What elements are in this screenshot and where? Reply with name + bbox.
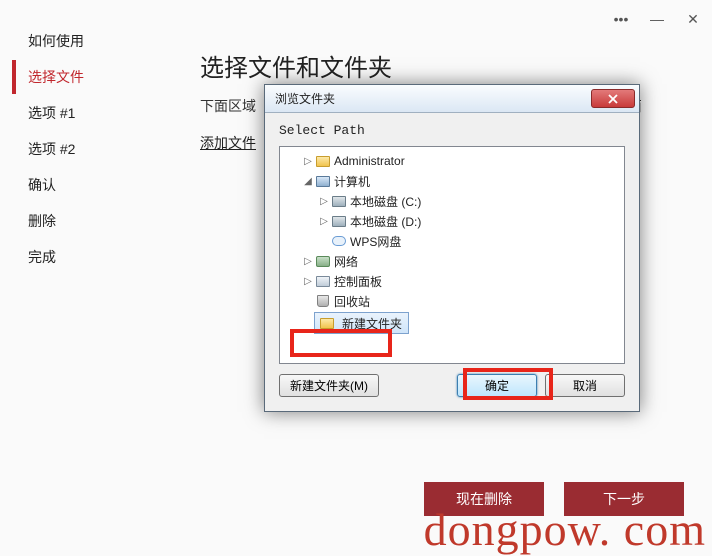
tree-item[interactable]: ▷ Administrator xyxy=(286,151,622,171)
dialog-body: Select Path ▷Administrator◢计算机▷本地磁盘 (C:)… xyxy=(265,113,639,411)
tree-item-label: 网络 xyxy=(332,253,358,270)
page-title: 选择文件和文件夹 xyxy=(200,48,688,83)
next-button[interactable]: 下一步 xyxy=(564,482,684,516)
expand-arrow-icon[interactable]: ▷ xyxy=(318,216,330,227)
dialog-titlebar: 浏览文件夹 xyxy=(265,85,639,113)
tree-item[interactable]: 回收站 xyxy=(286,291,622,311)
net-icon xyxy=(314,256,332,267)
expand-arrow-icon[interactable]: ▷ xyxy=(302,276,314,287)
sidebar-item[interactable]: 删除 xyxy=(12,204,132,238)
dialog-label: Select Path xyxy=(279,123,625,138)
folder-tree[interactable]: ▷Administrator◢计算机▷本地磁盘 (C:)▷本地磁盘 (D:)WP… xyxy=(279,146,625,364)
close-button[interactable]: ✕ xyxy=(684,11,702,28)
tree-item[interactable]: ◢ 计算机 xyxy=(286,171,622,191)
tree-item-label: 计算机 xyxy=(332,173,370,190)
tree-item[interactable]: WPS网盘 xyxy=(286,231,622,251)
dialog-button-row: 新建文件夹(M) 确定 取消 xyxy=(279,374,625,397)
new-folder-button[interactable]: 新建文件夹(M) xyxy=(279,374,379,397)
wizard-sidebar: 如何使用选择文件选项 #1选项 #2确认删除完成 xyxy=(12,24,132,276)
bin-icon xyxy=(314,295,332,307)
sidebar-item[interactable]: 选择文件 xyxy=(12,60,132,94)
tree-item-label: 控制面板 xyxy=(332,273,382,290)
add-file-link[interactable]: 添加文件 xyxy=(200,133,256,153)
minimize-button[interactable]: — xyxy=(648,11,666,27)
drive-icon xyxy=(330,216,348,227)
sidebar-item[interactable]: 完成 xyxy=(12,240,132,274)
sidebar-item[interactable]: 如何使用 xyxy=(12,24,132,58)
tree-item[interactable]: ▷ 控制面板 xyxy=(286,271,622,291)
tree-item[interactable]: ▷ 本地磁盘 (C:) xyxy=(286,191,622,211)
expand-arrow-icon[interactable]: ▷ xyxy=(318,196,330,207)
dialog-title-text: 浏览文件夹 xyxy=(275,90,335,107)
close-icon xyxy=(608,94,618,104)
tree-item-label: 本地磁盘 (C:) xyxy=(348,193,421,210)
panel-icon xyxy=(314,276,332,287)
browse-folder-dialog: 浏览文件夹 Select Path ▷Administrator◢计算机▷本地磁… xyxy=(264,84,640,412)
tree-item[interactable]: ▷ 网络 xyxy=(286,251,622,271)
tree-item-label: 回收站 xyxy=(332,293,370,310)
expand-arrow-icon[interactable]: ▷ xyxy=(302,156,314,167)
sidebar-item[interactable]: 选项 #1 xyxy=(12,96,132,130)
dialog-close-button[interactable] xyxy=(591,89,635,108)
tree-item-label: 本地磁盘 (D:) xyxy=(348,213,421,230)
highlight-annotation xyxy=(290,329,392,357)
folder-icon xyxy=(314,156,332,167)
delete-now-button[interactable]: 现在删除 xyxy=(424,482,544,516)
tree-item[interactable]: ▷ 本地磁盘 (D:) xyxy=(286,211,622,231)
sidebar-item[interactable]: 确认 xyxy=(12,168,132,202)
drive-icon xyxy=(330,196,348,207)
tree-item-label: Administrator xyxy=(332,154,405,168)
cloud-icon xyxy=(330,236,348,246)
expand-arrow-icon[interactable]: ▷ xyxy=(302,256,314,267)
folder-icon xyxy=(318,318,336,329)
highlight-annotation xyxy=(463,368,553,400)
cancel-button[interactable]: 取消 xyxy=(545,374,625,397)
sidebar-item[interactable]: 选项 #2 xyxy=(12,132,132,166)
tree-item-label: WPS网盘 xyxy=(348,233,401,250)
expand-arrow-icon[interactable]: ◢ xyxy=(302,176,314,187)
comp-icon xyxy=(314,176,332,187)
more-button[interactable]: ••• xyxy=(612,11,630,27)
